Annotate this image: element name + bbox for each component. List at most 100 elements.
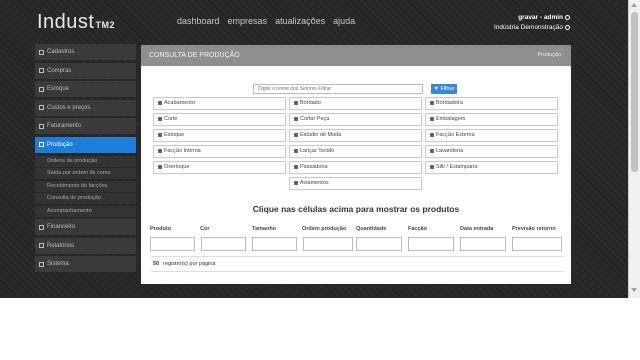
panel-header: CONSULTA DE PRODUÇÃO Produção <box>141 45 571 66</box>
sector-icon <box>158 116 162 121</box>
scroll-down-icon[interactable] <box>631 288 637 292</box>
submenu-consulta[interactable]: Consulta de produção <box>35 193 136 205</box>
sidebar-item-compras[interactable]: Compras <box>35 62 136 79</box>
filter-cor[interactable] <box>201 237 246 251</box>
gear-icon <box>39 261 44 267</box>
filter-previsao[interactable] <box>512 237 562 251</box>
nav-ajuda[interactable]: ajuda <box>333 16 355 26</box>
report-icon <box>39 243 44 249</box>
main-panel: ▼ Filtrar Acabamento Bordado Bordadeira … <box>141 66 571 284</box>
submenu-recebimento[interactable]: Recebimento de facções <box>35 180 136 192</box>
column-header-faccao: Facção <box>408 226 427 232</box>
sector-icon <box>158 100 162 105</box>
sector-cell[interactable]: Bordado <box>289 97 422 110</box>
user-name: gravar - admin <box>518 14 563 21</box>
sector-icon <box>158 132 162 137</box>
submenu-saida[interactable]: Saída por ordem de cores <box>35 168 136 180</box>
nav-empresas[interactable]: empresas <box>228 16 268 26</box>
app-window: IndustTM2 dashboard empresas atualizaçõe… <box>0 0 628 298</box>
filter-button[interactable]: ▼ Filtrar <box>431 84 457 94</box>
sector-icon <box>430 116 434 121</box>
sidebar-item-estoque[interactable]: Estoque <box>35 81 136 98</box>
user-icon <box>294 164 298 169</box>
sector-cell[interactable]: Acabamento <box>153 97 286 110</box>
column-header-ordem: Ordem produção <box>302 226 347 232</box>
sector-icon <box>294 132 298 137</box>
logout-icon[interactable] <box>565 14 570 20</box>
column-header-previsao: Previsão retorno <box>512 226 556 232</box>
app-logo[interactable]: IndustTM2 <box>37 11 115 34</box>
sector-icon <box>430 148 434 153</box>
page-title: CONSULTA DE PRODUÇÃO <box>149 52 240 59</box>
per-page-label: registro(s) por página <box>163 261 216 267</box>
sector-cell[interactable]: Lançar Tecido <box>289 145 422 158</box>
sidebar-item-relatorios[interactable]: Relatórios <box>35 237 136 254</box>
submenu-acompanhamento[interactable]: Acompanhamento <box>35 205 136 217</box>
file-icon <box>39 49 44 55</box>
top-nav: dashboard empresas atualizações ajuda <box>177 16 355 26</box>
column-header-produto: Produto <box>150 226 172 232</box>
sector-icon <box>158 148 162 153</box>
sector-cell[interactable]: Aviamentos <box>289 177 422 190</box>
producao-submenu: Ordens de produção Saída por ordem de co… <box>35 155 136 217</box>
sector-icon <box>158 164 162 169</box>
filter-tamanho[interactable] <box>252 237 297 251</box>
sector-cell[interactable]: Embalagem <box>425 113 558 126</box>
sector-cell[interactable]: Silk / Estamparia <box>425 161 558 174</box>
sector-cell[interactable]: Estúdio de Moda <box>289 129 422 142</box>
column-header-quantidade: Quantidade <box>356 226 387 232</box>
table-header: Produto Cor Tamanho Ordem produção Quant… <box>150 226 564 232</box>
sidebar-item-producao[interactable]: Produção <box>35 136 136 153</box>
sector-cell[interactable]: Bordadeira <box>425 97 558 110</box>
filter-ordem[interactable] <box>303 237 353 251</box>
filter-faccao[interactable] <box>408 237 454 251</box>
sector-cell[interactable]: Corte <box>153 113 286 126</box>
nav-atualizacoes[interactable]: atualizações <box>275 16 325 26</box>
invoice-icon <box>39 123 44 129</box>
user-info: gravar - admin Indústria Demonstração <box>494 13 570 33</box>
search-input[interactable] <box>253 84 423 94</box>
filter-produto[interactable] <box>150 237 195 251</box>
user-name-row[interactable]: gravar - admin <box>494 13 570 23</box>
sidebar-item-sistema[interactable]: Sistema <box>35 256 136 273</box>
sidebar-item-cadastros[interactable]: Cadastros <box>35 44 136 60</box>
per-page-count[interactable]: 50 <box>153 261 159 267</box>
sidebar: Cadastros Compras Estoque Custos e preço… <box>35 44 136 275</box>
sector-cell[interactable]: Overloque <box>153 161 286 174</box>
column-header-tamanho: Tamanho <box>252 226 277 232</box>
filter-quantidade[interactable] <box>356 237 402 251</box>
chart-icon <box>39 142 44 148</box>
sector-cell[interactable]: Cortar Peça <box>289 113 422 126</box>
sector-icon <box>294 180 298 185</box>
sidebar-item-financeiro[interactable]: Financeiro <box>35 219 136 236</box>
sidebar-item-faturamento[interactable]: Faturamento <box>35 118 136 135</box>
sector-icon <box>430 100 434 105</box>
per-page-control[interactable]: 50 registro(s) por página <box>151 256 564 272</box>
calculator-icon <box>39 105 44 111</box>
sector-cell[interactable]: Facção Interna <box>153 145 286 158</box>
search-row: ▼ Filtrar <box>253 84 457 94</box>
page-scrollbar[interactable] <box>628 0 640 298</box>
column-header-cor: Cor <box>200 226 210 232</box>
submenu-ordens[interactable]: Ordens de produção <box>35 155 136 167</box>
switch-company-icon[interactable] <box>565 24 570 30</box>
sector-cell[interactable]: Lavanderia <box>425 145 558 158</box>
sector-cell[interactable]: Passadoria <box>289 161 422 174</box>
sector-cell[interactable]: Estoque <box>153 129 286 142</box>
sector-cell[interactable]: Facção Externa <box>425 129 558 142</box>
company-row[interactable]: Indústria Demonstração <box>494 23 570 33</box>
scroll-up-icon[interactable] <box>631 3 637 7</box>
sector-icon <box>430 132 434 137</box>
cart-icon <box>39 68 44 74</box>
company-name: Indústria Demonstração <box>493 24 563 31</box>
sector-icon <box>430 164 434 169</box>
scroll-thumb[interactable] <box>631 12 638 172</box>
filter-data-entrada[interactable] <box>460 237 506 251</box>
sector-icon <box>294 116 298 121</box>
sidebar-item-custos[interactable]: Custos e preços <box>35 99 136 116</box>
money-icon <box>39 224 44 230</box>
box-icon <box>39 86 44 92</box>
nav-dashboard[interactable]: dashboard <box>177 16 220 26</box>
breadcrumb[interactable]: Produção <box>537 45 561 66</box>
empty-message: Clique nas células acima para mostrar os… <box>252 204 460 214</box>
